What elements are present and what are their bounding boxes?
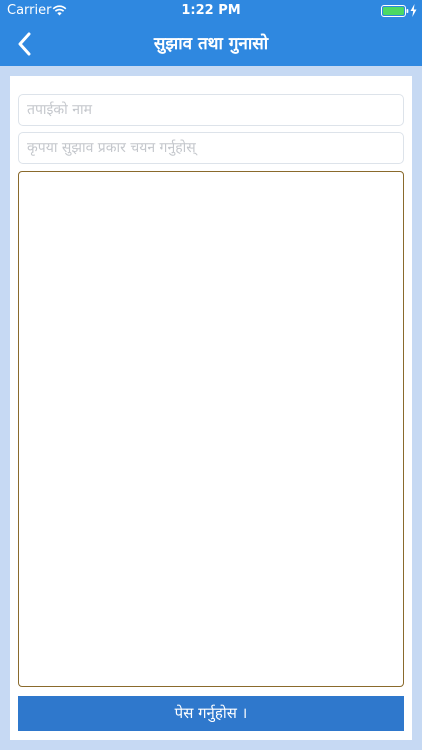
charging-icon (410, 4, 417, 17)
name-input[interactable] (18, 94, 404, 126)
status-bar: Carrier 1:22 PM (0, 0, 422, 22)
app-header: Carrier 1:22 PM सुझाव तथा गुनासो (0, 0, 422, 66)
feedback-type-select[interactable] (18, 132, 404, 164)
status-time: 1:22 PM (181, 3, 241, 18)
page-title: सुझाव तथा गुनासो (153, 34, 269, 54)
battery-icon (381, 5, 409, 17)
navigation-bar: सुझाव तथा गुनासो (0, 22, 422, 66)
feedback-form-card: पेस गर्नुहोस । (10, 76, 412, 740)
message-textarea[interactable] (18, 171, 404, 687)
submit-button[interactable]: पेस गर्नुहोस । (18, 696, 404, 731)
